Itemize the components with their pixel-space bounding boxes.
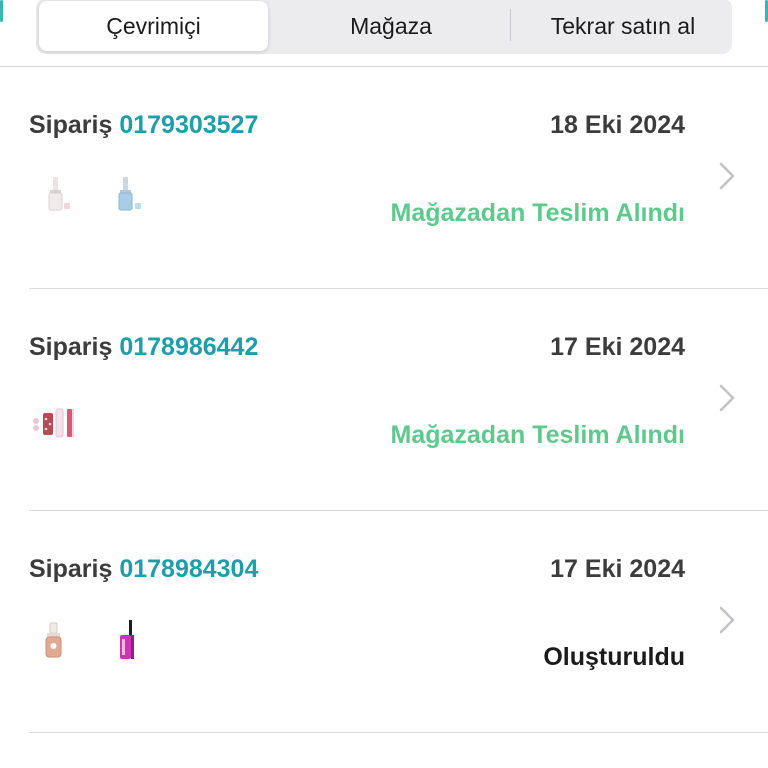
order-title: Sipariş 0179303527 [29,111,258,140]
mascara-pink-icon [109,619,159,669]
nail-polish-peach-icon [37,619,87,669]
order-history-screen: Çevrimiçi Mağaza Tekrar satın al Sipariş… [0,0,768,768]
order-date: 17 Eki 2024 [550,333,685,361]
chevron-right-icon [719,384,735,412]
order-prefix: Sipariş [29,555,113,583]
chevron-right-icon [719,162,735,190]
nail-polish-light-blue-icon [109,175,159,225]
edge-accent [0,0,3,22]
order-prefix: Sipariş [29,333,113,361]
row-separator [29,732,768,733]
segmented-control: Çevrimiçi Mağaza Tekrar satın al [36,0,732,54]
order-row[interactable]: Sipariş 0179303527 18 Eki 2024 Mağazadan… [29,67,768,289]
order-title: Sipariş 0178984304 [29,555,258,584]
order-row[interactable]: Sipariş 0178986442 17 Eki 2024 Mağazadan… [29,289,768,511]
order-title: Sipariş 0178986442 [29,333,258,362]
chevron-right-icon [719,606,735,634]
tab-bar: Çevrimiçi Mağaza Tekrar satın al [0,0,768,67]
order-number: 0178986442 [119,333,259,361]
tab-divider [510,9,511,41]
order-date: 17 Eki 2024 [550,555,685,583]
order-number: 0179303527 [119,111,259,139]
order-number: 0178984304 [119,555,259,583]
order-status: Mağazadan Teslim Alındı [390,421,686,449]
tab-repurchase[interactable]: Tekrar satın al [514,0,732,54]
order-status: Oluşturuldu [543,643,685,671]
nail-polish-nude-icon [37,175,87,225]
order-prefix: Sipariş [29,111,113,139]
tab-online[interactable]: Çevrimiçi [39,1,268,51]
tab-store[interactable]: Mağaza [276,0,506,54]
order-row[interactable]: Sipariş 0178984304 17 Eki 2024 Oluşturul… [29,511,768,733]
order-status: Mağazadan Teslim Alındı [390,199,686,227]
lip-gloss-set-icon [29,397,79,447]
order-date: 18 Eki 2024 [550,111,685,139]
